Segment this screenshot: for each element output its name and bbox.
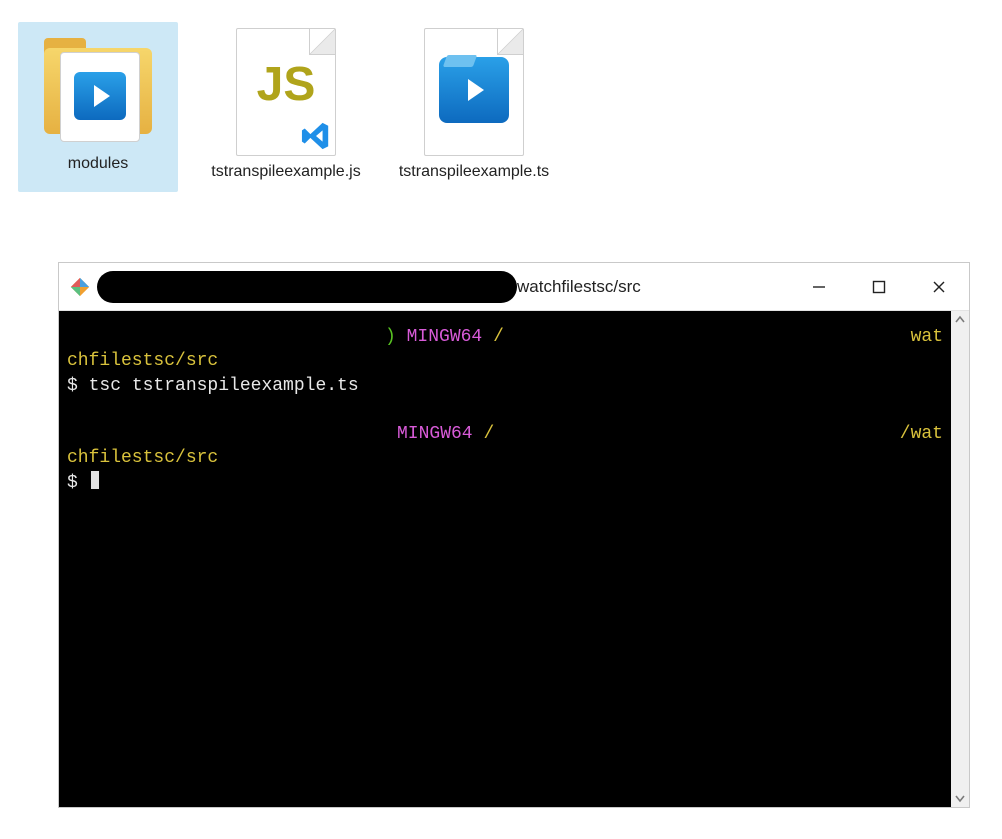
terminal-window: watchfilestsc/src ) MINGW64 / wat chfile…	[58, 262, 970, 808]
scroll-down-icon[interactable]	[951, 789, 969, 807]
minimize-button[interactable]	[789, 263, 849, 310]
terminal-body: ) MINGW64 / wat chfilestsc/src $ tsc tst…	[59, 311, 969, 807]
title-redacted-region	[97, 271, 517, 303]
file-label: modules	[68, 154, 128, 174]
file-item-ts[interactable]: tstranspileexample.ts	[394, 22, 554, 192]
window-controls	[789, 263, 969, 310]
vscode-badge-icon	[301, 121, 331, 151]
terminal-content[interactable]: ) MINGW64 / wat chfilestsc/src $ tsc tst…	[59, 311, 951, 807]
terminal-input-line[interactable]: $	[67, 471, 943, 495]
file-item-js[interactable]: JS tstranspileexample.js	[206, 22, 366, 192]
folder-icon	[38, 28, 158, 148]
maximize-button[interactable]	[849, 263, 909, 310]
terminal-scrollbar[interactable]	[951, 311, 969, 807]
terminal-prompt-line: MINGW64 / /wat	[67, 422, 943, 446]
window-title-path: watchfilestsc/src	[517, 277, 641, 297]
terminal-app-icon	[69, 276, 91, 298]
window-titlebar[interactable]: watchfilestsc/src	[59, 263, 969, 311]
js-file-icon: JS	[236, 28, 336, 156]
terminal-cwd-line: chfilestsc/src	[67, 349, 943, 373]
file-explorer-area: modules JS tstranspileexample.js tstrans…	[0, 0, 1002, 212]
file-label: tstranspileexample.js	[211, 162, 360, 182]
ts-file-icon	[424, 28, 524, 156]
close-button[interactable]	[909, 263, 969, 310]
file-item-modules[interactable]: modules	[18, 22, 178, 192]
terminal-cwd-line: chfilestsc/src	[67, 446, 943, 470]
terminal-prompt-line: ) MINGW64 / wat	[67, 325, 943, 349]
terminal-command-line: $ tsc tstranspileexample.ts	[67, 374, 943, 398]
file-label: tstranspileexample.ts	[399, 162, 549, 182]
scroll-up-icon[interactable]	[951, 311, 969, 329]
terminal-cursor	[91, 471, 99, 489]
terminal-blank-line	[67, 398, 943, 422]
